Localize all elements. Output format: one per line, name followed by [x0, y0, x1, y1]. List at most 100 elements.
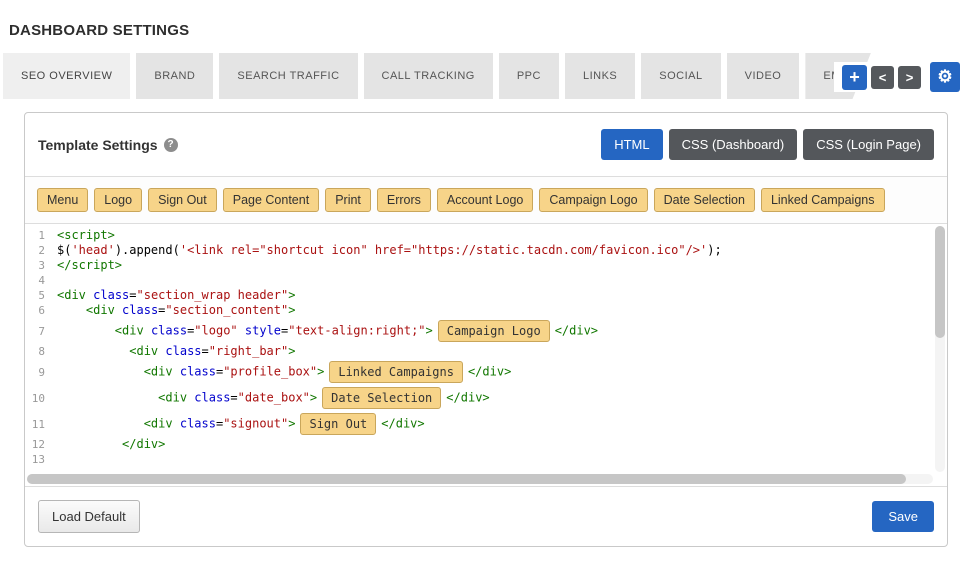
code-line[interactable]: 6 <div class="section_content"> [25, 303, 947, 318]
code-line[interactable]: 10 <div class="date_box">Date Selection<… [25, 385, 947, 411]
code-line[interactable]: 11 <div class="signout">Sign Out</div> [25, 411, 947, 437]
snippet-chip-linked-campaigns[interactable]: Linked Campaigns [761, 188, 885, 212]
code-line-content: <div class="date_box">Date Selection</di… [57, 385, 947, 411]
add-tab-button[interactable]: + [842, 65, 867, 90]
code-line[interactable]: 12 </div> [25, 437, 947, 452]
snippet-chip-campaign-logo[interactable]: Campaign Logo [539, 188, 647, 212]
line-number: 9 [25, 366, 57, 379]
code-token: "right_bar" [209, 344, 288, 358]
tab-links[interactable]: LINKS [565, 53, 635, 99]
code-token: > [288, 288, 295, 302]
snippet-chip-print[interactable]: Print [325, 188, 371, 212]
code-line-content: <div class="section_content"> [57, 303, 947, 318]
code-line[interactable]: 9 <div class="profile_box">Linked Campai… [25, 359, 947, 385]
code-token: > [288, 417, 295, 431]
view-button-html[interactable]: HTML [601, 129, 662, 160]
code-token: '<link rel="shortcut icon" href="https:/… [180, 243, 707, 257]
code-token: </div> [446, 391, 489, 405]
code-token: > [288, 344, 295, 358]
snippet-chip-sign-out[interactable]: Sign Out [148, 188, 217, 212]
code-token: "signout" [223, 417, 288, 431]
code-chip-sign-out[interactable]: Sign Out [300, 413, 376, 435]
code-token [57, 365, 144, 379]
vertical-scrollbar-thumb[interactable] [935, 226, 945, 338]
snippet-chip-errors[interactable]: Errors [377, 188, 431, 212]
tab-strip: SEO OVERVIEWBRANDSEARCH TRAFFICCALL TRAC… [0, 53, 972, 99]
code-token: </div> [381, 417, 424, 431]
code-token: <div [144, 365, 173, 379]
code-chip-campaign-logo[interactable]: Campaign Logo [438, 320, 550, 342]
code-token: "section_content" [165, 303, 288, 317]
tab-ppc[interactable]: PPC [499, 53, 559, 99]
vertical-scrollbar[interactable] [935, 226, 945, 472]
code-token: class [180, 365, 216, 379]
settings-gear-button[interactable]: ⚙ [930, 62, 960, 92]
save-button[interactable]: Save [872, 501, 934, 532]
code-line[interactable]: 4 [25, 273, 947, 288]
tab-search-traffic[interactable]: SEARCH TRAFFIC [219, 53, 357, 99]
line-number: 5 [25, 289, 57, 302]
code-line[interactable]: 3</script> [25, 258, 947, 273]
code-token: = [230, 391, 237, 405]
tab-brand[interactable]: BRAND [136, 53, 213, 99]
line-number: 10 [25, 392, 57, 405]
code-token: </div> [468, 365, 511, 379]
code-token: "logo" [194, 324, 237, 338]
snippet-chip-page-content[interactable]: Page Content [223, 188, 319, 212]
code-line[interactable]: 1<script> [25, 228, 947, 243]
code-token [57, 303, 86, 317]
snippet-chip-menu[interactable]: Menu [37, 188, 88, 212]
code-chip-date-selection[interactable]: Date Selection [322, 387, 441, 409]
code-token [173, 365, 180, 379]
code-line-content: </div> [57, 437, 947, 452]
code-line-content: $('head').append('<link rel="shortcut ic… [57, 243, 947, 258]
code-editor[interactable]: 1<script>2$('head').append('<link rel="s… [25, 224, 947, 486]
code-line-content: </script> [57, 258, 947, 273]
code-line-content: <div class="section_wrap header"> [57, 288, 947, 303]
code-token: class [165, 344, 201, 358]
code-token: class [122, 303, 158, 317]
scroll-tabs-left-button[interactable]: < [871, 66, 894, 89]
code-token: <div [57, 288, 86, 302]
code-token: ); [707, 243, 721, 257]
line-number: 2 [25, 244, 57, 257]
code-token: </div> [122, 437, 165, 451]
view-button-css-login-page[interactable]: CSS (Login Page) [803, 129, 934, 160]
snippet-chip-logo[interactable]: Logo [94, 188, 142, 212]
snippet-chip-account-logo[interactable]: Account Logo [437, 188, 533, 212]
tab-seo-overview[interactable]: SEO OVERVIEW [3, 53, 130, 99]
gear-icon: ⚙ [937, 67, 952, 87]
code-token: <div [144, 417, 173, 431]
code-token: = [129, 288, 136, 302]
panel-title: Template Settings [38, 137, 158, 153]
panel-header: Template Settings ? HTMLCSS (Dashboard)C… [25, 113, 947, 177]
tab-call-tracking[interactable]: CALL TRACKING [364, 53, 493, 99]
tab-social[interactable]: SOCIAL [641, 53, 720, 99]
code-chip-linked-campaigns[interactable]: Linked Campaigns [329, 361, 463, 383]
code-line[interactable]: 7 <div class="logo" style="text-align:ri… [25, 318, 947, 344]
help-icon[interactable]: ? [164, 138, 178, 152]
code-line-content: <script> [57, 228, 947, 243]
scroll-tabs-right-button[interactable]: > [898, 66, 921, 89]
code-token [173, 417, 180, 431]
load-default-button[interactable]: Load Default [38, 500, 140, 533]
code-line[interactable]: 8 <div class="right_bar"> [25, 344, 947, 359]
snippet-chip-date-selection[interactable]: Date Selection [654, 188, 755, 212]
code-token: "text-align:right;" [288, 324, 425, 338]
page-title: DASHBOARD SETTINGS [0, 0, 972, 39]
chevron-right-icon: > [906, 70, 914, 85]
code-line[interactable]: 2$('head').append('<link rel="shortcut i… [25, 243, 947, 258]
horizontal-scrollbar-thumb[interactable] [27, 474, 906, 484]
code-line[interactable]: 5<div class="section_wrap header"> [25, 288, 947, 303]
tab-video[interactable]: VIDEO [727, 53, 800, 99]
line-number: 4 [25, 274, 57, 287]
code-line[interactable]: 13 [25, 452, 947, 467]
line-number: 6 [25, 304, 57, 317]
view-button-css-dashboard[interactable]: CSS (Dashboard) [669, 129, 798, 160]
code-token [115, 303, 122, 317]
horizontal-scrollbar[interactable] [27, 474, 933, 484]
tab-bar: SEO OVERVIEWBRANDSEARCH TRAFFICCALL TRAC… [0, 53, 972, 99]
code-token: <script> [57, 228, 115, 242]
code-token: class [151, 324, 187, 338]
plus-icon: + [849, 67, 860, 88]
